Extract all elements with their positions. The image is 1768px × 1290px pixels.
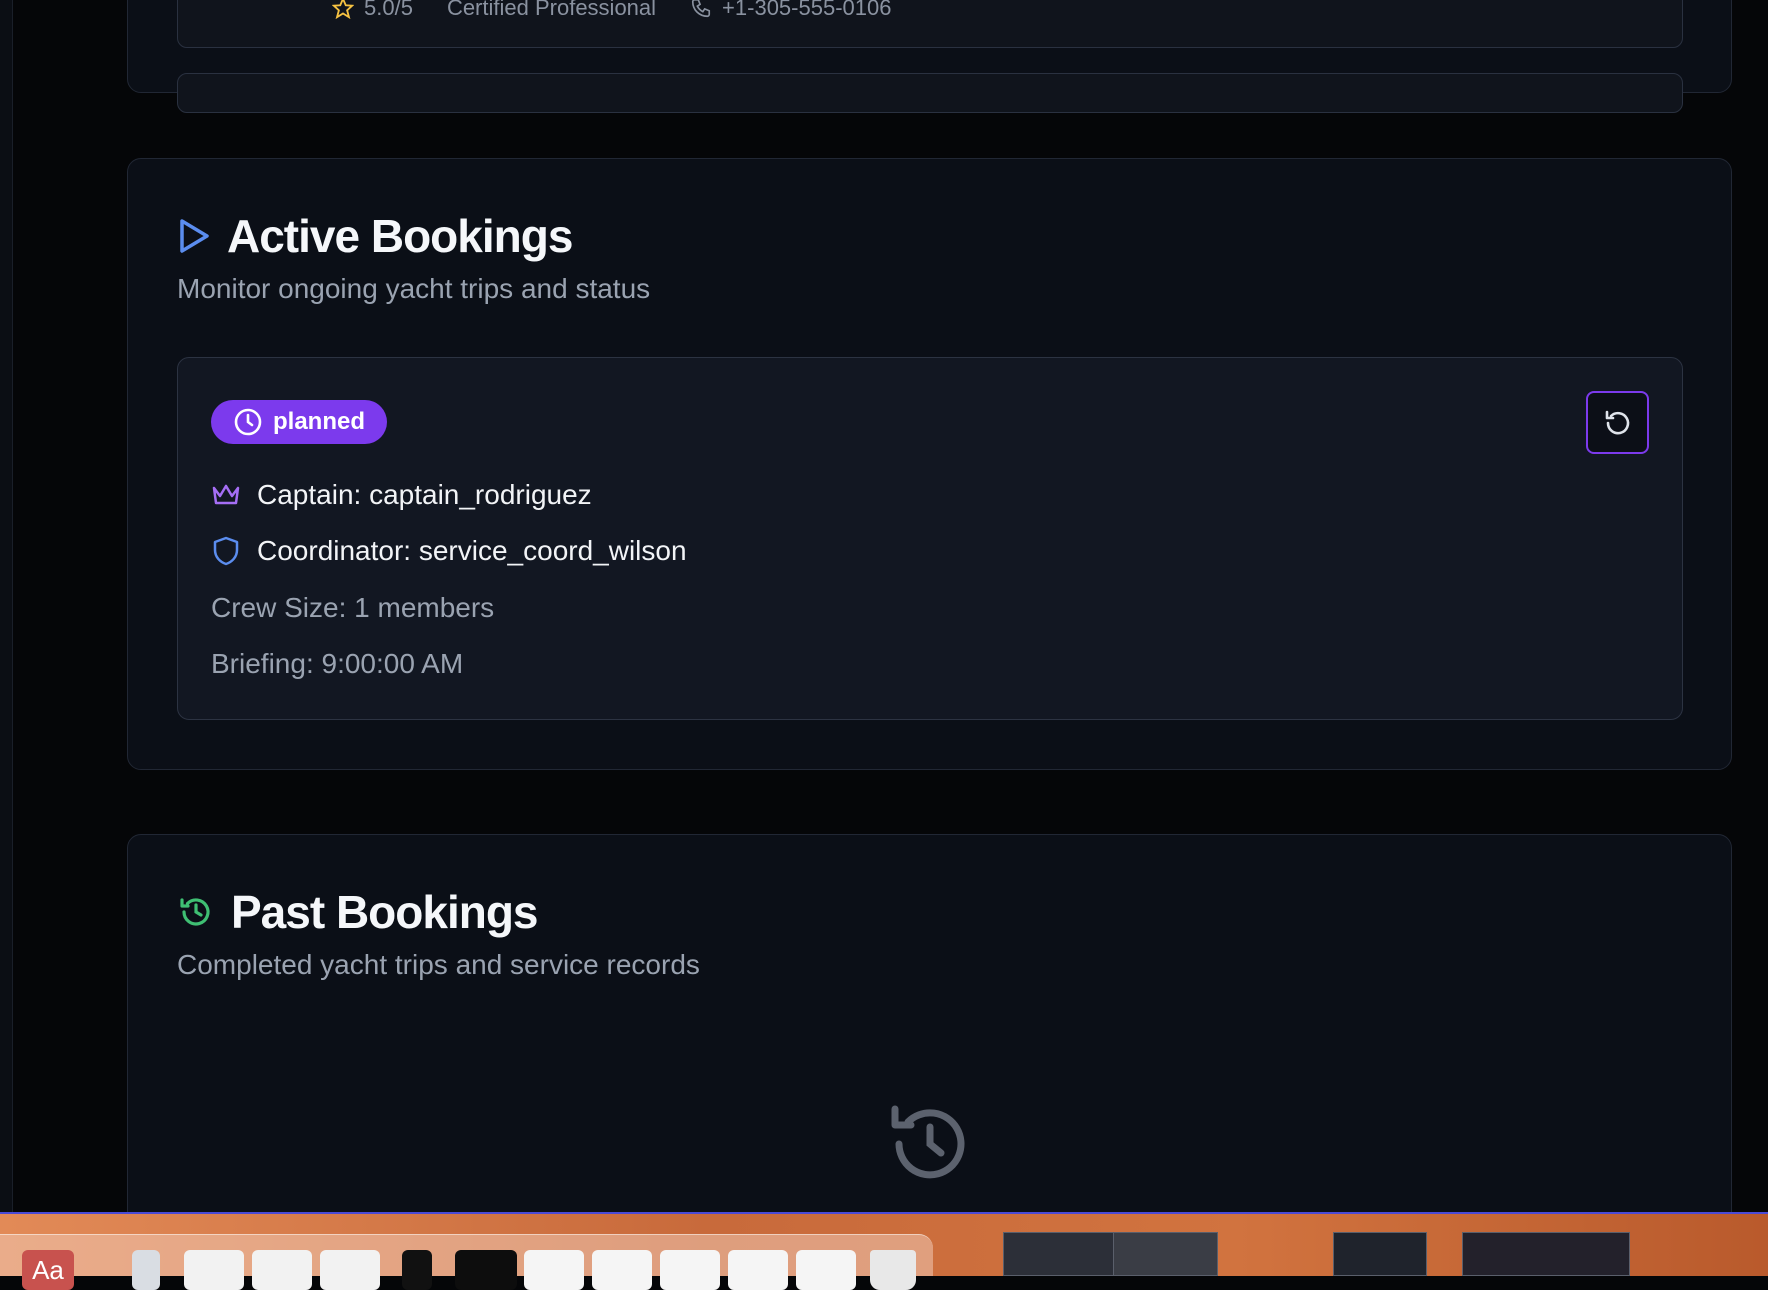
- dock-app-icon[interactable]: [402, 1250, 432, 1290]
- phone-number: +1-305-555-0106: [722, 0, 892, 20]
- dock-window-thumbnail[interactable]: [320, 1250, 380, 1290]
- status-label: planned: [273, 408, 366, 435]
- rating-value: 5.0/5: [364, 0, 413, 20]
- vendor-meta: 5.0/5 Certified Professional +1-305-555-…: [332, 0, 891, 21]
- desktop-window-thumbnail[interactable]: [1462, 1232, 1630, 1276]
- booking-card: planned Captain: captain_rodriguez Coord…: [177, 357, 1683, 720]
- section-subtitle: Monitor ongoing yacht trips and status: [177, 273, 651, 304]
- desktop-window-thumbnail[interactable]: [1003, 1232, 1121, 1276]
- dock-window-thumbnail[interactable]: [728, 1250, 788, 1290]
- history-icon: [891, 1105, 965, 1179]
- rotate-ccw-icon: [1605, 410, 1629, 434]
- vendor-list-item[interactable]: [177, 73, 1683, 113]
- briefing-time: Briefing: 9:00:00 AM: [211, 648, 464, 679]
- refresh-button[interactable]: [1586, 391, 1649, 454]
- dock-window-thumbnail[interactable]: [252, 1250, 312, 1290]
- dock-window-thumbnail[interactable]: [524, 1250, 584, 1290]
- dock-window-thumbnail[interactable]: [660, 1250, 720, 1290]
- shield-icon: [213, 536, 239, 566]
- certification: Certified Professional: [446, 0, 657, 20]
- star-icon: [332, 0, 354, 19]
- dock-app-label: Aa: [32, 1255, 64, 1285]
- coordinator-text: Coordinator: service_coord_wilson: [257, 535, 687, 566]
- dock-window-thumbnail[interactable]: [592, 1250, 652, 1290]
- dock-app-icon[interactable]: [132, 1250, 160, 1290]
- play-icon: [180, 219, 209, 253]
- clock-icon: [234, 408, 262, 436]
- section-header: Active Bookings: [177, 209, 573, 263]
- desktop-window-thumbnail[interactable]: [1113, 1232, 1218, 1276]
- section-header: Past Bookings: [177, 885, 539, 939]
- dock-window-thumbnail[interactable]: [796, 1250, 856, 1290]
- desktop-window-thumbnail[interactable]: [1333, 1232, 1427, 1276]
- sidebar-edge: [0, 0, 13, 1212]
- trash-icon[interactable]: [870, 1250, 916, 1290]
- history-icon: [180, 898, 210, 926]
- section-title: Past Bookings: [231, 886, 539, 938]
- dock-window-thumbnail[interactable]: [184, 1250, 244, 1290]
- past-bookings-card: Past Bookings Completed yacht trips and …: [127, 834, 1732, 1254]
- rating: 5.0/5: [332, 0, 413, 21]
- dictionary-app-icon[interactable]: Aa: [22, 1250, 74, 1290]
- coordinator-row: Coordinator: service_coord_wilson: [211, 535, 687, 567]
- vendors-card: 5.0/5 Certified Professional +1-305-555-…: [127, 0, 1732, 113]
- section-subtitle: Completed yacht trips and service record…: [177, 949, 700, 980]
- crown-icon: [212, 484, 240, 505]
- active-bookings-card: Active Bookings Monitor ongoing yacht tr…: [127, 158, 1732, 770]
- status-badge: planned: [211, 400, 388, 444]
- crew-size: Crew Size: 1 members: [211, 592, 495, 623]
- captain-text: Captain: captain_rodriguez: [257, 479, 592, 510]
- phone-icon: [691, 0, 711, 18]
- vendor-list-item[interactable]: 5.0/5 Certified Professional +1-305-555-…: [177, 0, 1683, 48]
- section-title: Active Bookings: [227, 210, 573, 262]
- phone: +1-305-555-0106: [690, 0, 891, 21]
- captain-row: Captain: captain_rodriguez: [211, 479, 592, 511]
- dock-window-thumbnail[interactable]: [455, 1250, 517, 1290]
